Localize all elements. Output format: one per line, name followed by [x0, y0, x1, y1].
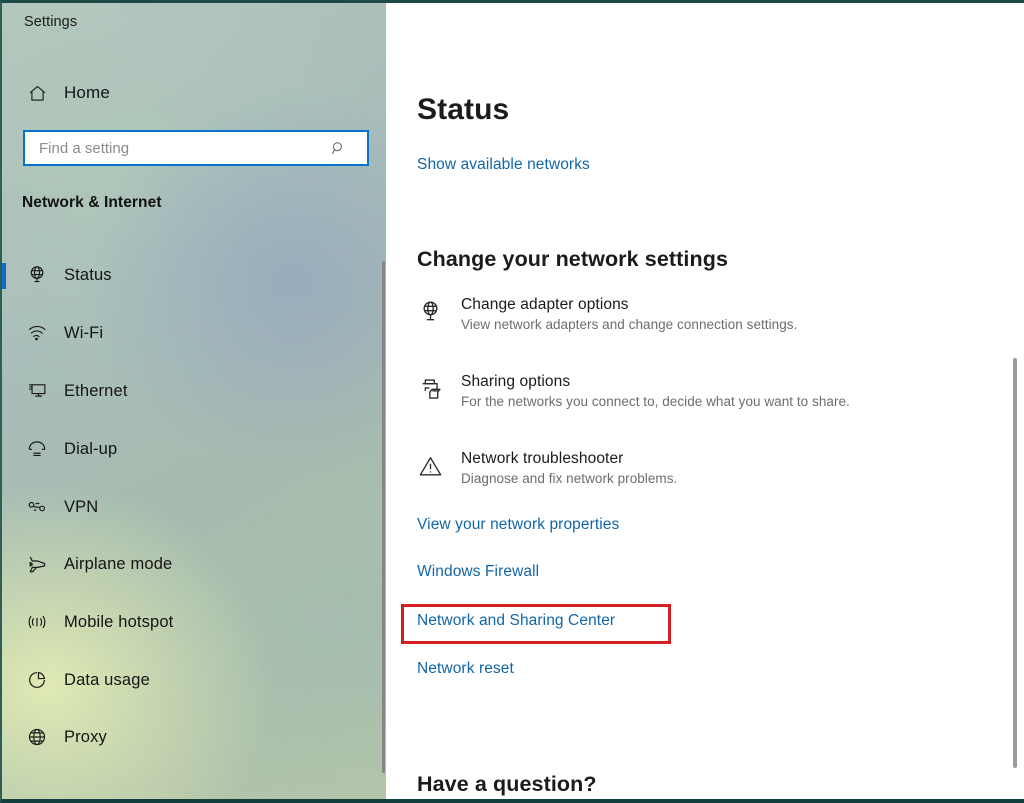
sidebar-item-data-usage-label: Data usage [64, 670, 150, 689]
window-title: Settings [24, 14, 78, 30]
setting-title: Network troubleshooter [461, 450, 624, 467]
sidebar-item-proxy[interactable]: Proxy [2, 713, 386, 761]
windows-firewall-link[interactable]: Windows Firewall [417, 563, 539, 581]
main-scrollbar[interactable] [1013, 358, 1017, 768]
ethernet-icon [16, 380, 58, 402]
home-icon [16, 83, 58, 104]
sidebar-item-ethernet-label: Ethernet [64, 381, 128, 400]
pie-chart-icon [16, 669, 58, 691]
sidebar-item-wifi-label: Wi-Fi [64, 323, 104, 342]
setting-title: Sharing options [461, 373, 571, 390]
sidebar-item-mobile-hotspot[interactable]: Mobile hotspot [2, 598, 386, 646]
globe-status-icon [16, 264, 58, 286]
vpn-icon [16, 496, 58, 518]
settings-window: Settings Home Network & Internet [0, 0, 1024, 803]
setting-description: Diagnose and fix network problems. [461, 471, 678, 486]
sharing-printer-folder-icon [417, 373, 461, 403]
airplane-icon [16, 553, 58, 576]
setting-title: Change adapter options [461, 296, 629, 313]
setting-item-change-adapter-options[interactable]: Change adapter options View network adap… [417, 296, 997, 332]
globe-proxy-icon [16, 726, 58, 748]
page-title: Status [417, 93, 510, 127]
setting-item-sharing-options[interactable]: Sharing options For the networks you con… [417, 373, 997, 409]
sidebar-item-proxy-label: Proxy [64, 727, 107, 746]
warning-triangle-icon [417, 450, 461, 480]
sidebar-item-mobile-hotspot-label: Mobile hotspot [64, 612, 174, 631]
sidebar-category-title: Network & Internet [22, 194, 162, 211]
dialup-phone-icon [16, 438, 58, 460]
sidebar-item-airplane-mode[interactable]: Airplane mode [2, 540, 386, 588]
section-heading: Change your network settings [417, 246, 729, 271]
sidebar-scrollbar[interactable] [382, 261, 385, 773]
hotspot-icon [16, 611, 58, 633]
sidebar-item-wifi[interactable]: Wi-Fi [2, 309, 386, 357]
have-a-question-heading: Have a question? [417, 771, 597, 796]
wifi-icon [16, 322, 58, 344]
sidebar-item-dialup-label: Dial-up [64, 439, 118, 458]
sidebar-item-vpn[interactable]: VPN [2, 483, 386, 531]
search-icon[interactable] [321, 140, 355, 157]
view-network-properties-link[interactable]: View your network properties [417, 516, 619, 534]
show-available-networks-link[interactable]: Show available networks [417, 156, 590, 174]
sidebar-item-airplane-mode-label: Airplane mode [64, 554, 173, 573]
adapter-globe-monitor-icon [417, 296, 461, 326]
setting-description: For the networks you connect to, decide … [461, 394, 850, 409]
sidebar-item-vpn-label: VPN [64, 497, 99, 516]
setting-item-network-troubleshooter[interactable]: Network troubleshooter Diagnose and fix … [417, 450, 997, 486]
network-reset-link[interactable]: Network reset [417, 660, 514, 678]
sidebar: Settings Home Network & Internet [2, 3, 386, 799]
search-box[interactable] [23, 130, 369, 166]
sidebar-item-home-label: Home [64, 83, 110, 102]
network-and-sharing-center-link[interactable]: Network and Sharing Center [417, 612, 615, 630]
setting-description: View network adapters and change connect… [461, 317, 798, 332]
sidebar-item-status-label: Status [64, 265, 112, 284]
sidebar-item-home[interactable]: Home [2, 69, 386, 117]
search-input[interactable] [37, 132, 319, 164]
sidebar-item-status[interactable]: Status [2, 251, 386, 299]
sidebar-item-ethernet[interactable]: Ethernet [2, 367, 386, 415]
main-content: Status Show available networks Change yo… [386, 3, 1024, 799]
sidebar-item-dialup[interactable]: Dial-up [2, 425, 386, 473]
sidebar-item-data-usage[interactable]: Data usage [2, 656, 386, 704]
